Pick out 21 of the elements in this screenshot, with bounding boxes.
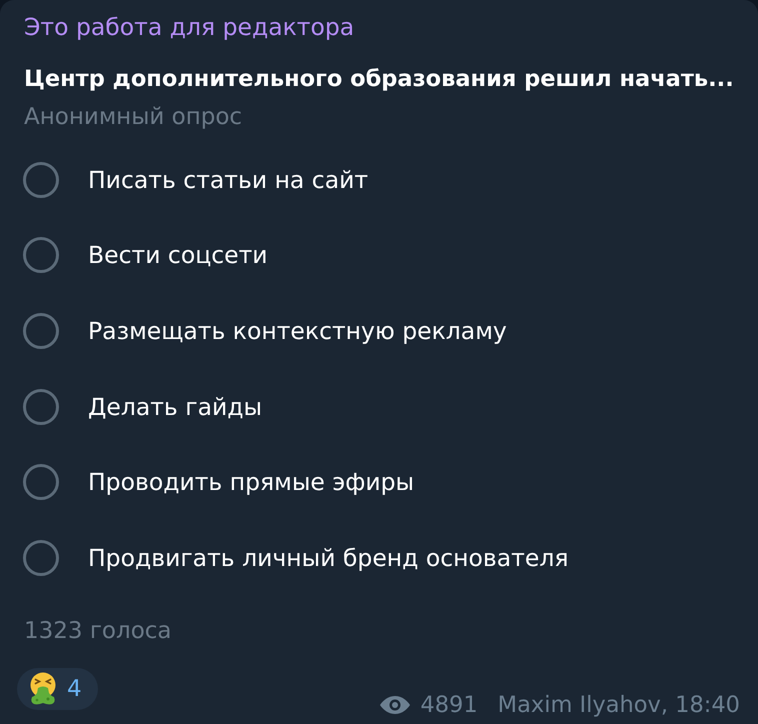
poll-option-label[interactable]: Проводить прямые эфиры [88,468,414,496]
poll-option-label[interactable]: Делать гайды [88,392,262,421]
reaction-button[interactable]: 4 [17,668,98,710]
radio-button[interactable] [23,162,59,198]
vote-count: 1323 голоса [24,616,173,646]
author-and-time: Maxim Ilyahov, 18:40 [498,692,740,718]
radio-button[interactable] [23,312,59,349]
vomiting-face-icon [30,672,56,706]
radio-button[interactable] [23,464,59,500]
radio-button[interactable] [23,237,59,274]
radio-button[interactable] [23,540,59,576]
poll-option-label[interactable]: Продвигать личный бренд основателя [88,544,568,572]
poll-option-label[interactable]: Вести соцсети [88,241,268,270]
view-count: 4891 [420,692,478,718]
poll-option-label[interactable]: Размещать контекстную рекламу [88,316,507,345]
radio-button[interactable] [23,388,59,425]
poll-title: Это работа для редактора [24,12,356,42]
poll-type-label: Анонимный опрос [24,103,244,132]
eye-icon [380,696,410,714]
poll-option-label[interactable]: Писать статьи на сайт [88,166,368,194]
poll-question: Центр дополнительного образования решил начать... [24,65,735,94]
